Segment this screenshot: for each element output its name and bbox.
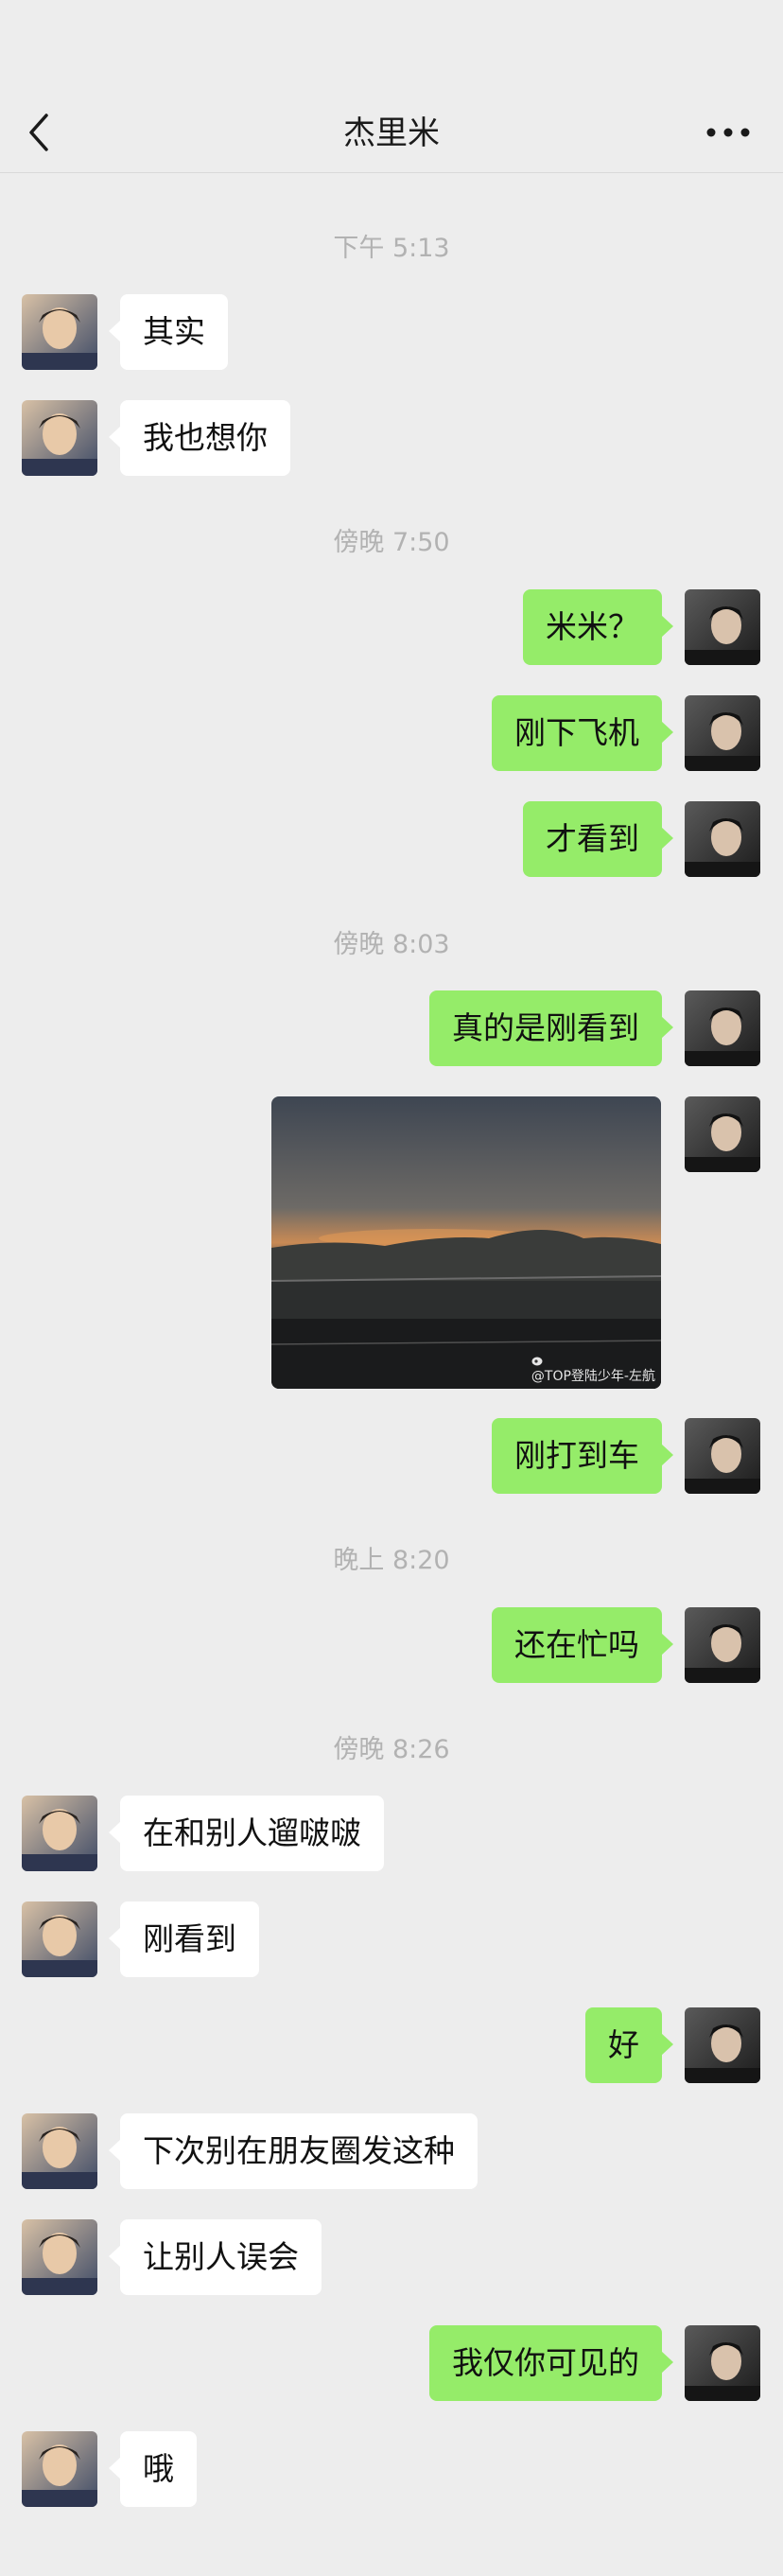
self-avatar[interactable]: [685, 2007, 760, 2083]
message-bubble[interactable]: 其实: [109, 294, 228, 370]
message-bubble[interactable]: 我也想你: [109, 400, 290, 476]
watermark-text: @TOP登陆少年-左航: [531, 1369, 655, 1384]
message-bubble[interactable]: 真的是刚看到: [429, 990, 673, 1066]
contact-avatar[interactable]: [22, 2431, 97, 2507]
contact-avatar[interactable]: [22, 2113, 97, 2189]
message-bubble[interactable]: 刚看到: [109, 1901, 259, 1977]
weibo-icon: [531, 1357, 543, 1366]
self-avatar[interactable]: [685, 990, 760, 1066]
bottom-edge: [0, 2554, 783, 2576]
message-bubble[interactable]: 好: [585, 2007, 673, 2083]
nav-bar: 杰里米: [0, 0, 783, 173]
timestamp: 傍晚 8:03: [333, 930, 450, 959]
contact-avatar[interactable]: [22, 400, 97, 476]
message-bubble[interactable]: 米米？: [523, 589, 673, 665]
contact-avatar[interactable]: [22, 294, 97, 370]
timestamp: 傍晚 8:26: [333, 1735, 450, 1764]
self-avatar[interactable]: [685, 2325, 760, 2401]
message-bubble[interactable]: 让别人误会: [109, 2219, 322, 2295]
chat-title: 杰里米: [343, 114, 440, 152]
message-bubble[interactable]: 哦: [109, 2431, 197, 2507]
self-avatar[interactable]: [685, 589, 760, 665]
timestamp: 傍晚 7:50: [333, 528, 450, 557]
self-avatar[interactable]: [685, 1096, 760, 1172]
sunset-photo-message[interactable]: @TOP登陆少年-左航: [271, 1096, 661, 1389]
self-avatar[interactable]: [685, 1607, 760, 1683]
contact-avatar[interactable]: [22, 2219, 97, 2295]
timestamp: 下午 5:13: [333, 234, 450, 263]
more-dots-icon[interactable]: [705, 122, 751, 143]
contact-avatar[interactable]: [22, 1796, 97, 1871]
message-bubble[interactable]: 在和别人遛啵啵: [109, 1796, 384, 1871]
message-bubble[interactable]: 我仅你可见的: [429, 2325, 673, 2401]
message-bubble[interactable]: 下次别在朋友圈发这种: [109, 2113, 478, 2189]
message-bubble[interactable]: 还在忙吗: [492, 1607, 673, 1683]
contact-avatar[interactable]: [22, 1901, 97, 1977]
message-bubble[interactable]: 刚下飞机: [492, 695, 673, 771]
self-avatar[interactable]: [685, 1418, 760, 1494]
message-bubble[interactable]: 刚打到车: [492, 1418, 673, 1494]
image-watermark: @TOP登陆少年-左航: [531, 1355, 655, 1385]
self-avatar[interactable]: [685, 801, 760, 877]
self-avatar[interactable]: [685, 695, 760, 771]
message-bubble[interactable]: 才看到: [523, 801, 673, 877]
timestamp: 晚上 8:20: [333, 1546, 450, 1575]
